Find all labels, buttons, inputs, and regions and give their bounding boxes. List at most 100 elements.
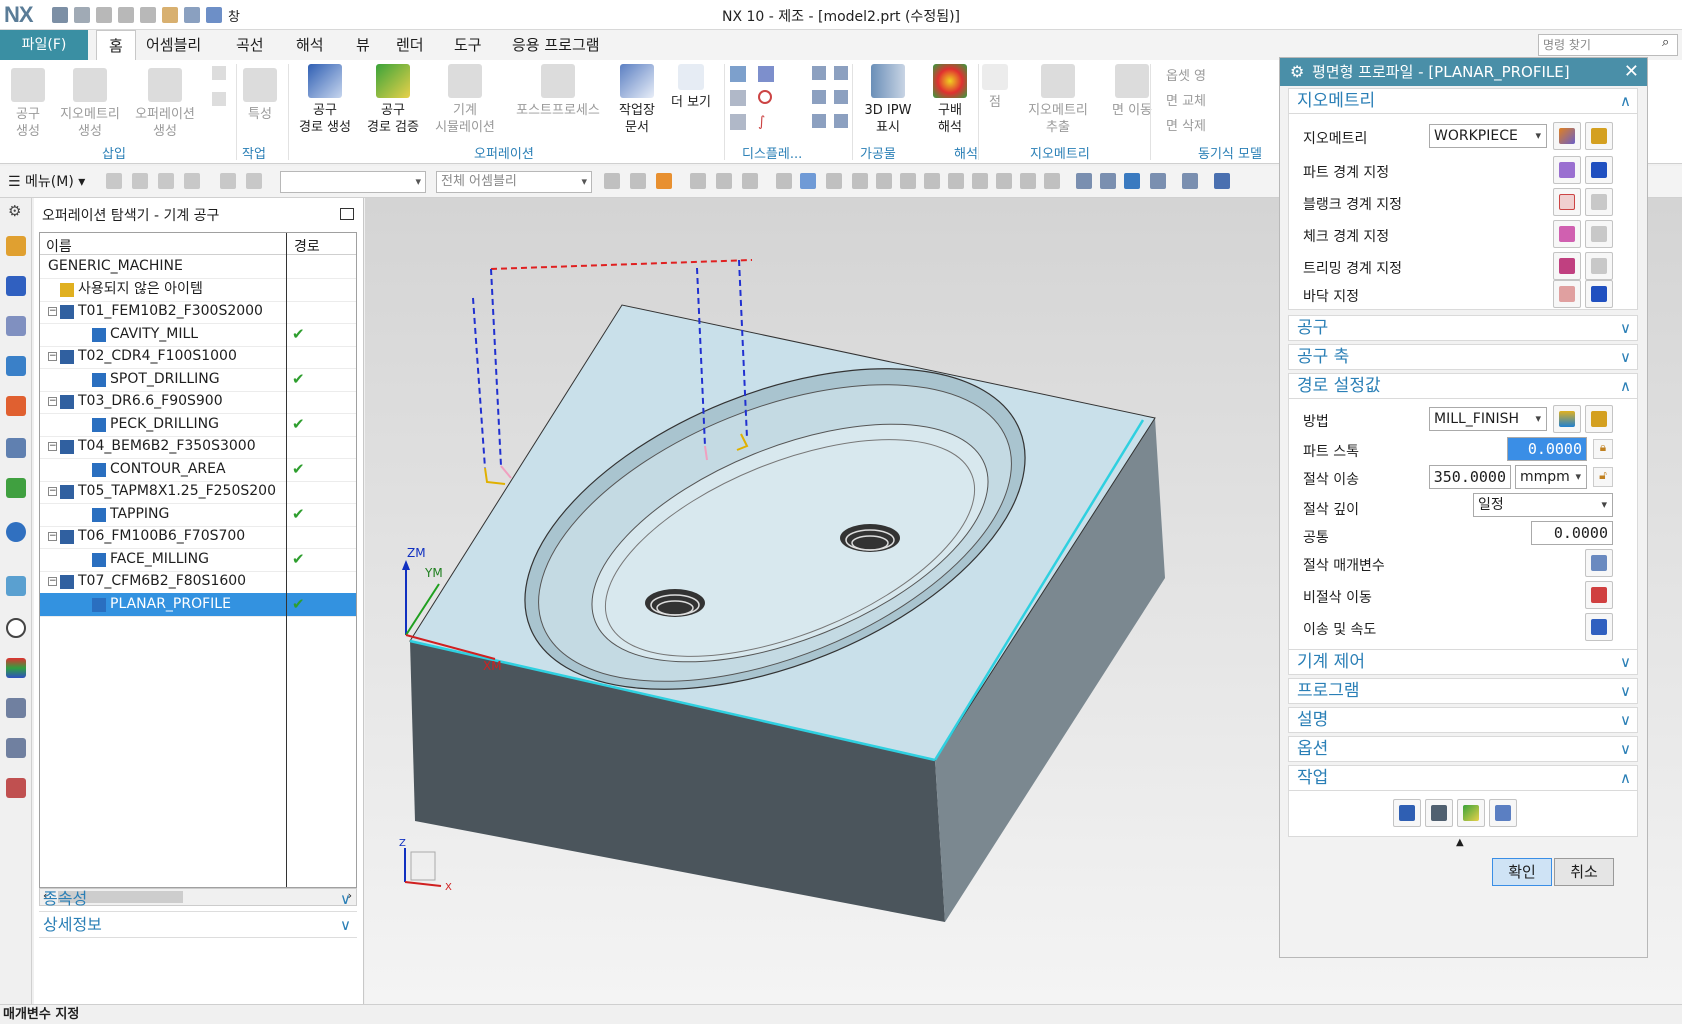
part-stock-input[interactable]: 0.0000 <box>1507 437 1587 461</box>
table-row[interactable]: GENERIC_MACHINE <box>40 255 356 279</box>
snap-icon[interactable] <box>972 173 988 189</box>
tab-applications[interactable]: 응용 프로그램 <box>500 30 612 60</box>
toolbar-icon[interactable] <box>106 173 122 189</box>
menu-button[interactable]: ☰ 메뉴(M) ▾ <box>8 171 85 191</box>
command-search-input[interactable]: 명령 찾기 <box>1538 34 1678 56</box>
close-icon[interactable]: ✕ <box>1624 58 1639 86</box>
blank-boundary-select-button[interactable] <box>1553 188 1581 216</box>
snap-icon[interactable] <box>852 173 868 189</box>
snap-icon[interactable] <box>900 173 916 189</box>
move-face-button[interactable]: 면 이동 <box>1104 64 1160 119</box>
geometry-section-header[interactable]: 지오메트리 ∧ <box>1288 88 1638 114</box>
feed-rate-input[interactable]: 350.0000 <box>1429 465 1511 489</box>
floor-select-button[interactable] <box>1553 280 1581 308</box>
column-path-header[interactable]: 경로 <box>294 236 320 256</box>
workpiece-icon-3[interactable] <box>812 90 826 104</box>
more-button[interactable]: 더 보기 <box>664 64 718 111</box>
collapse-toggle[interactable]: − <box>48 532 57 541</box>
display-icon-2[interactable] <box>758 66 774 82</box>
table-row[interactable]: − T02_CDR4_F100S1000 <box>40 345 356 369</box>
delete-face-item[interactable]: 면 삭제 <box>1166 114 1206 139</box>
program-section-header[interactable]: 프로그램 ∨ <box>1288 678 1638 704</box>
postprocess-button[interactable]: 포스트프로세스 <box>506 64 610 119</box>
type-filter-select[interactable] <box>280 171 426 193</box>
details-section[interactable]: 상세정보 ∨ <box>39 912 357 938</box>
group-analysis[interactable]: 해석 <box>954 143 978 162</box>
small-insert-icon[interactable] <box>212 66 226 80</box>
generate-button[interactable] <box>1393 799 1421 827</box>
cut-parameters-button[interactable] <box>1585 549 1613 577</box>
tab-tools[interactable]: 도구 <box>442 30 494 60</box>
constraint-navigator-icon[interactable] <box>6 276 26 296</box>
table-row[interactable]: − T07_CFM6B2_F80S1600 <box>40 570 356 594</box>
snap-icon[interactable] <box>948 173 964 189</box>
display-icon-1[interactable] <box>730 66 746 82</box>
geometry-select[interactable]: WORKPIECE <box>1429 124 1547 148</box>
table-row[interactable]: FACE_MILLING ✔ <box>40 548 356 572</box>
tool-axis-section-header[interactable]: 공구 축 ∨ <box>1288 344 1638 370</box>
new-geometry-button[interactable] <box>1553 122 1581 150</box>
machine-control-section-header[interactable]: 기계 제어 ∨ <box>1288 649 1638 675</box>
table-row[interactable]: PLANAR_PROFILE ✔ <box>40 592 356 617</box>
cancel-button[interactable]: 취소 <box>1554 858 1614 886</box>
collapse-toggle[interactable]: − <box>48 397 57 406</box>
draft-analysis-button[interactable]: 구배 해석 <box>926 64 974 136</box>
tab-analysis[interactable]: 해석 <box>284 30 336 60</box>
shop-docs-button[interactable]: 작업장 문서 <box>612 64 662 136</box>
tab-view[interactable]: 뷰 <box>344 30 382 60</box>
table-row[interactable]: − T03_DR6.6_F90S900 <box>40 390 356 414</box>
machine-simulation-button[interactable]: 기계 시뮬레이션 <box>428 64 502 136</box>
edit-geometry-button[interactable] <box>1585 122 1613 150</box>
snap-icon[interactable] <box>604 173 620 189</box>
assembly-navigator-icon[interactable] <box>6 236 26 256</box>
workpiece-icon-4[interactable] <box>834 90 848 104</box>
operation-navigator-icon[interactable] <box>6 356 26 376</box>
actions-section-header[interactable]: 작업 ∧ <box>1288 765 1638 791</box>
non-cutting-moves-button[interactable] <box>1585 581 1613 609</box>
feed-unit-select[interactable]: mmpm <box>1515 465 1587 489</box>
group-insert[interactable]: 삽입 <box>102 143 126 162</box>
options-section-header[interactable]: 옵션 ∨ <box>1288 736 1638 762</box>
trim-boundary-display-button[interactable] <box>1585 252 1613 280</box>
verify-button[interactable] <box>1457 799 1485 827</box>
collapse-toggle[interactable]: − <box>48 442 57 451</box>
check-boundary-select-button[interactable] <box>1553 220 1581 248</box>
snap-icon[interactable] <box>742 173 758 189</box>
collapse-toggle[interactable]: − <box>48 577 57 586</box>
dependencies-section[interactable]: 종속성 ∨ <box>39 886 357 912</box>
verify-toolpath-button[interactable]: 공구 경로 검증 <box>360 64 426 136</box>
table-row[interactable]: − T01_FEM10B2_F300S2000 <box>40 300 356 324</box>
process-studio-icon[interactable] <box>6 738 26 758</box>
table-row[interactable]: CONTOUR_AREA ✔ <box>40 458 356 482</box>
tab-home[interactable]: 홈 <box>96 30 136 60</box>
workpiece-icon-1[interactable] <box>812 66 826 80</box>
snap-icon[interactable] <box>776 173 792 189</box>
group-geometry[interactable]: 지오메트리 <box>1030 143 1090 162</box>
snap-icon[interactable] <box>876 173 892 189</box>
collapse-arrow-icon[interactable]: ▲ <box>1456 837 1464 848</box>
tapped-hole[interactable] <box>840 524 900 552</box>
snap-icon[interactable] <box>800 173 816 189</box>
create-tool-button[interactable]: 공구 생성 <box>6 68 50 140</box>
offset-face-item[interactable]: 옵셋 영 <box>1166 64 1206 89</box>
view-icon[interactable] <box>1076 173 1092 189</box>
tool-library-icon[interactable] <box>6 698 26 718</box>
workpiece-icon-6[interactable] <box>834 114 848 128</box>
selection-scope-select[interactable]: 전체 어셈블리 <box>436 171 592 193</box>
history-clock-icon[interactable] <box>6 618 26 638</box>
table-row[interactable]: − T04_BEM6B2_F350S3000 <box>40 435 356 459</box>
tab-curve[interactable]: 곡선 <box>224 30 276 60</box>
table-row[interactable]: CAVITY_MILL ✔ <box>40 323 356 347</box>
floor-display-button[interactable] <box>1585 280 1613 308</box>
group-synchronous-modeling[interactable]: 동기식 모델 <box>1198 143 1262 162</box>
list-button[interactable] <box>1489 799 1517 827</box>
part-boundary-display-button[interactable] <box>1585 156 1613 184</box>
search-icon[interactable]: ⌕ <box>1662 35 1669 50</box>
file-menu-button[interactable]: 파일(F) <box>0 30 88 60</box>
small-insert-icon-2[interactable] <box>212 92 226 106</box>
display-icon-6[interactable]: ∫ <box>758 114 774 130</box>
snap-icon[interactable] <box>690 173 706 189</box>
table-row[interactable]: − T05_TAPM8X1.25_F250S200 <box>40 480 356 504</box>
create-operation-button[interactable]: 오퍼레이션 생성 <box>130 68 200 140</box>
snap-icon[interactable] <box>826 173 842 189</box>
